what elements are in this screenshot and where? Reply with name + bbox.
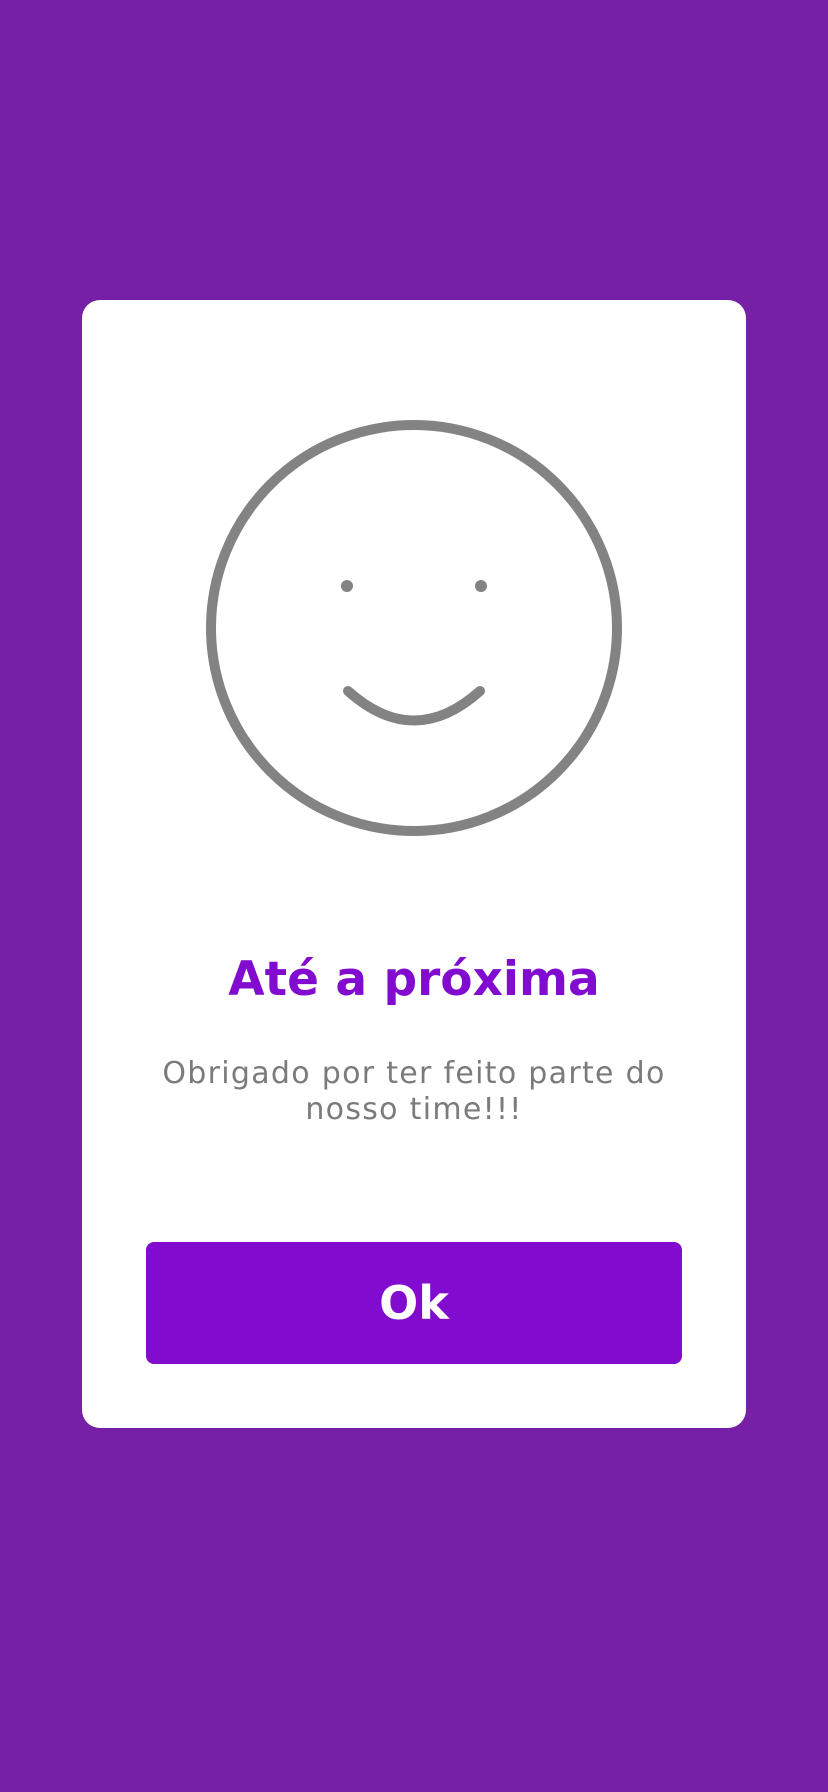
smiley-right-eye <box>475 580 487 592</box>
farewell-dialog: Até a próxima Obrigado por ter feito par… <box>82 300 746 1428</box>
dialog-message: Obrigado por ter feito parte do nosso ti… <box>162 1056 666 1127</box>
smiley-mouth <box>343 686 485 726</box>
smiley-left-eye <box>341 580 353 592</box>
dialog-title: Até a próxima <box>228 952 600 1007</box>
smiley-face-icon <box>206 420 622 836</box>
ok-button[interactable]: Ok <box>146 1242 682 1364</box>
smiley-face-outline <box>206 420 622 836</box>
